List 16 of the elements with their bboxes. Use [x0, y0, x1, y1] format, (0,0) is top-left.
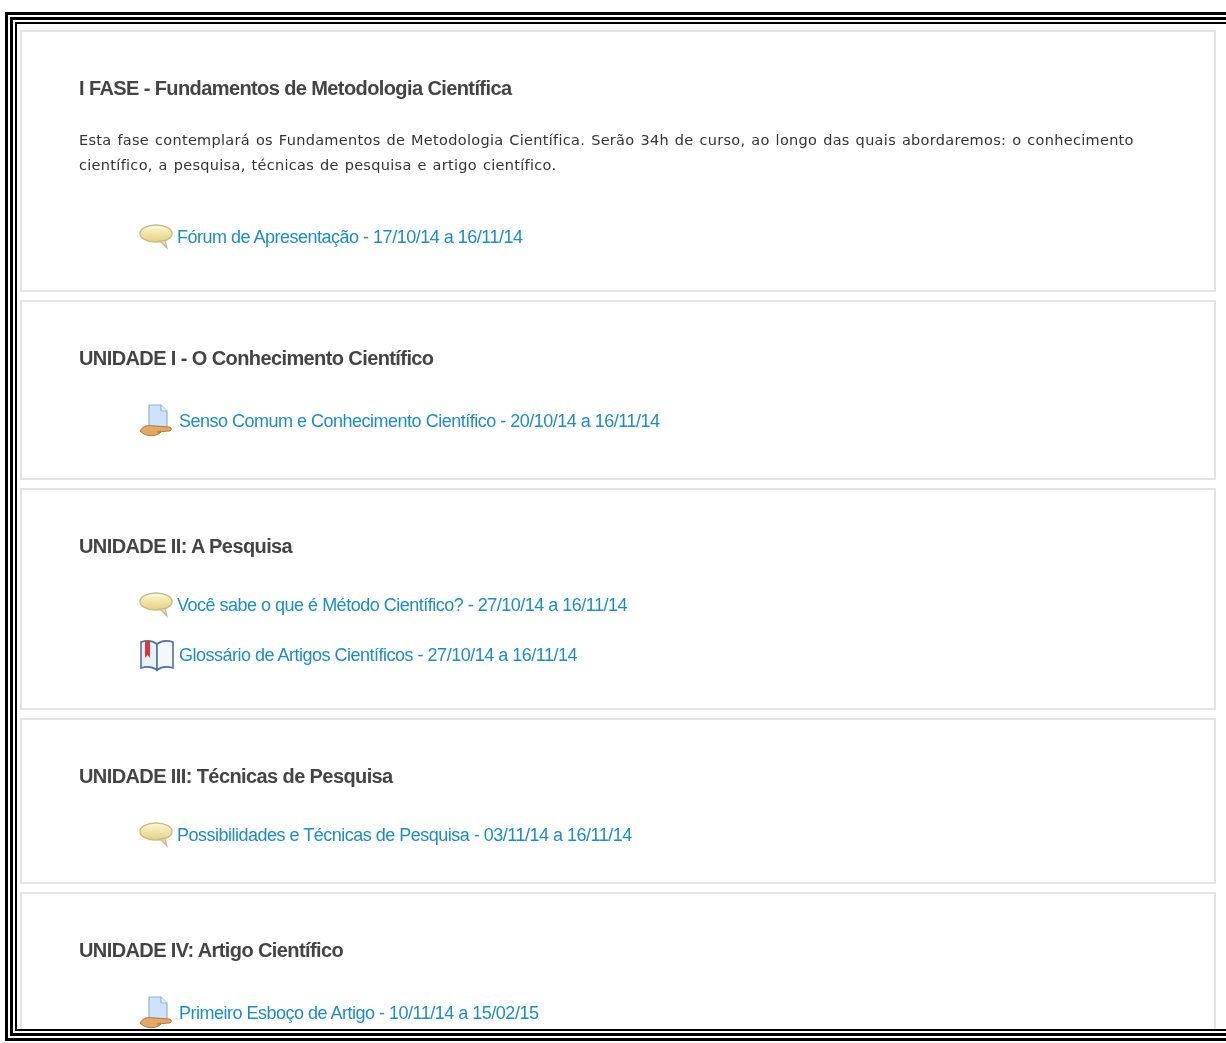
section-title: UNIDADE IV: Artigo Científico	[79, 938, 345, 962]
speech-bubble-icon	[139, 822, 175, 848]
activity-link[interactable]: Você sabe o que é Método Científico? - 27/10/14 a 16/11/14	[177, 593, 627, 617]
book-icon	[139, 638, 177, 672]
section-title: UNIDADE I - O Conhecimento Científico	[79, 346, 435, 370]
section-title: I FASE - Fundamentos de Metodologia Científica	[79, 76, 514, 100]
activity-link[interactable]: Glossário de Artigos Científicos - 27/10/14 a 16/11/14	[179, 643, 577, 667]
activity-link[interactable]: Possibilidades e Técnicas de Pesquisa - 03/11/14 a 16/11/14	[177, 823, 632, 847]
speech-bubble-icon	[139, 224, 175, 250]
activity-link[interactable]: Fórum de Apresentação - 17/10/14 a 16/11/14	[177, 225, 523, 249]
section-title: UNIDADE II: A Pesquisa	[79, 534, 294, 558]
activity-link[interactable]: Primeiro Esboço de Artigo - 10/11/14 a 15/02/15	[179, 1001, 539, 1025]
section-title: UNIDADE III: Técnicas de Pesquisa	[79, 764, 395, 788]
activity-link[interactable]: Senso Comum e Conhecimento Científico - 20/10/14 a 16/11/14	[179, 409, 660, 433]
section-summary: Esta fase contemplará os Fundamentos de Metodologia Científica. Serão 34h de curso, ao longo das quais abordaremos: o conhecimento científico, a pesquisa, técnicas de pesquisa e artigo científico.	[79, 131, 1135, 175]
speech-bubble-icon	[139, 592, 175, 618]
